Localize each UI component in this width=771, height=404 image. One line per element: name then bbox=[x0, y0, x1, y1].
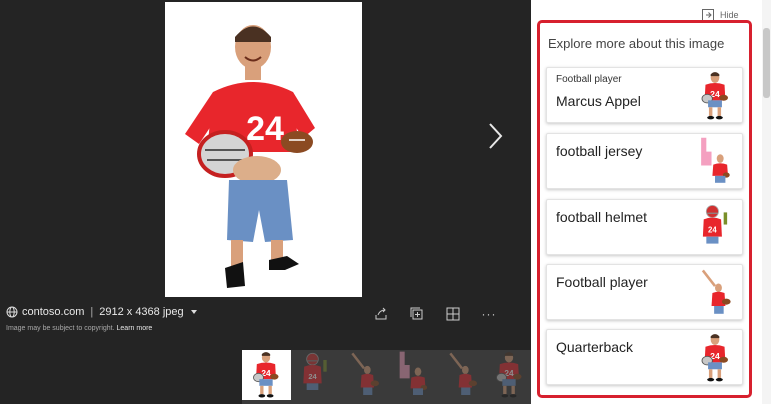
learn-more-link[interactable]: Learn more bbox=[117, 325, 153, 332]
copyright-text: Image may be subject to copyright. bbox=[6, 325, 115, 332]
thumbnail-1[interactable] bbox=[242, 350, 291, 400]
card-thumbnail bbox=[690, 70, 740, 122]
card-label: football helmet bbox=[556, 209, 648, 225]
copyright-notice: Image may be subject to copyright. Learn… bbox=[6, 325, 152, 332]
card-thumbnail bbox=[690, 202, 740, 254]
source-separator: | bbox=[90, 306, 94, 318]
entity-card-football-player[interactable]: Football player bbox=[546, 264, 743, 320]
collection-icon bbox=[410, 307, 424, 321]
entity-card-football-jersey[interactable]: football jersey bbox=[546, 133, 743, 189]
card-subtitle: Football player bbox=[556, 74, 622, 85]
image-viewer: 24 contoso.com | 2912 x 4368 jpeg Image … bbox=[0, 0, 531, 404]
card-label: Marcus Appel bbox=[556, 93, 641, 109]
card-label: Football player bbox=[556, 274, 648, 290]
explore-panel: Hide Explore more about this image Footb… bbox=[531, 0, 771, 404]
card-thumbnail bbox=[690, 332, 740, 384]
card-label: Quarterback bbox=[556, 339, 634, 355]
more-options-button[interactable]: ··· bbox=[480, 306, 498, 322]
thumbnail-3[interactable] bbox=[340, 350, 389, 400]
card-thumbnail bbox=[690, 267, 740, 319]
thumbnail-strip bbox=[242, 350, 531, 404]
card-thumbnail bbox=[690, 136, 740, 188]
main-image[interactable]: 24 bbox=[165, 2, 362, 297]
chevron-down-icon[interactable] bbox=[190, 310, 197, 314]
thumbnail-6[interactable] bbox=[487, 350, 536, 400]
svg-text:24: 24 bbox=[246, 110, 284, 148]
image-source: contoso.com | 2912 x 4368 jpeg bbox=[6, 306, 197, 318]
globe-icon bbox=[6, 306, 18, 318]
source-domain-link[interactable]: contoso.com bbox=[22, 306, 84, 318]
panel-title: Explore more about this image bbox=[548, 36, 725, 51]
entity-card-quarterback[interactable]: Quarterback bbox=[546, 329, 743, 385]
card-label: football jersey bbox=[556, 143, 643, 159]
next-image-button[interactable] bbox=[483, 120, 507, 152]
image-dimensions: 2912 x 4368 jpeg bbox=[99, 306, 184, 318]
entity-card-football-helmet[interactable]: football helmet bbox=[546, 199, 743, 255]
thumbnail-5[interactable] bbox=[438, 350, 487, 400]
visual-search-button[interactable] bbox=[444, 306, 462, 322]
hide-label: Hide bbox=[720, 10, 739, 20]
thumbnail-2[interactable] bbox=[291, 350, 340, 400]
panel-scrollbar[interactable] bbox=[762, 0, 771, 404]
thumbnail-4[interactable] bbox=[389, 350, 438, 400]
image-actions: ··· bbox=[372, 306, 498, 322]
visual-search-icon bbox=[446, 307, 460, 321]
share-icon bbox=[374, 307, 388, 321]
add-to-collection-button[interactable] bbox=[408, 306, 426, 322]
entity-card-marcus-appel[interactable]: Football player Marcus Appel bbox=[546, 67, 743, 123]
more-options-icon: ··· bbox=[481, 307, 497, 321]
share-button[interactable] bbox=[372, 306, 390, 322]
scrollbar-thumb[interactable] bbox=[763, 28, 770, 98]
